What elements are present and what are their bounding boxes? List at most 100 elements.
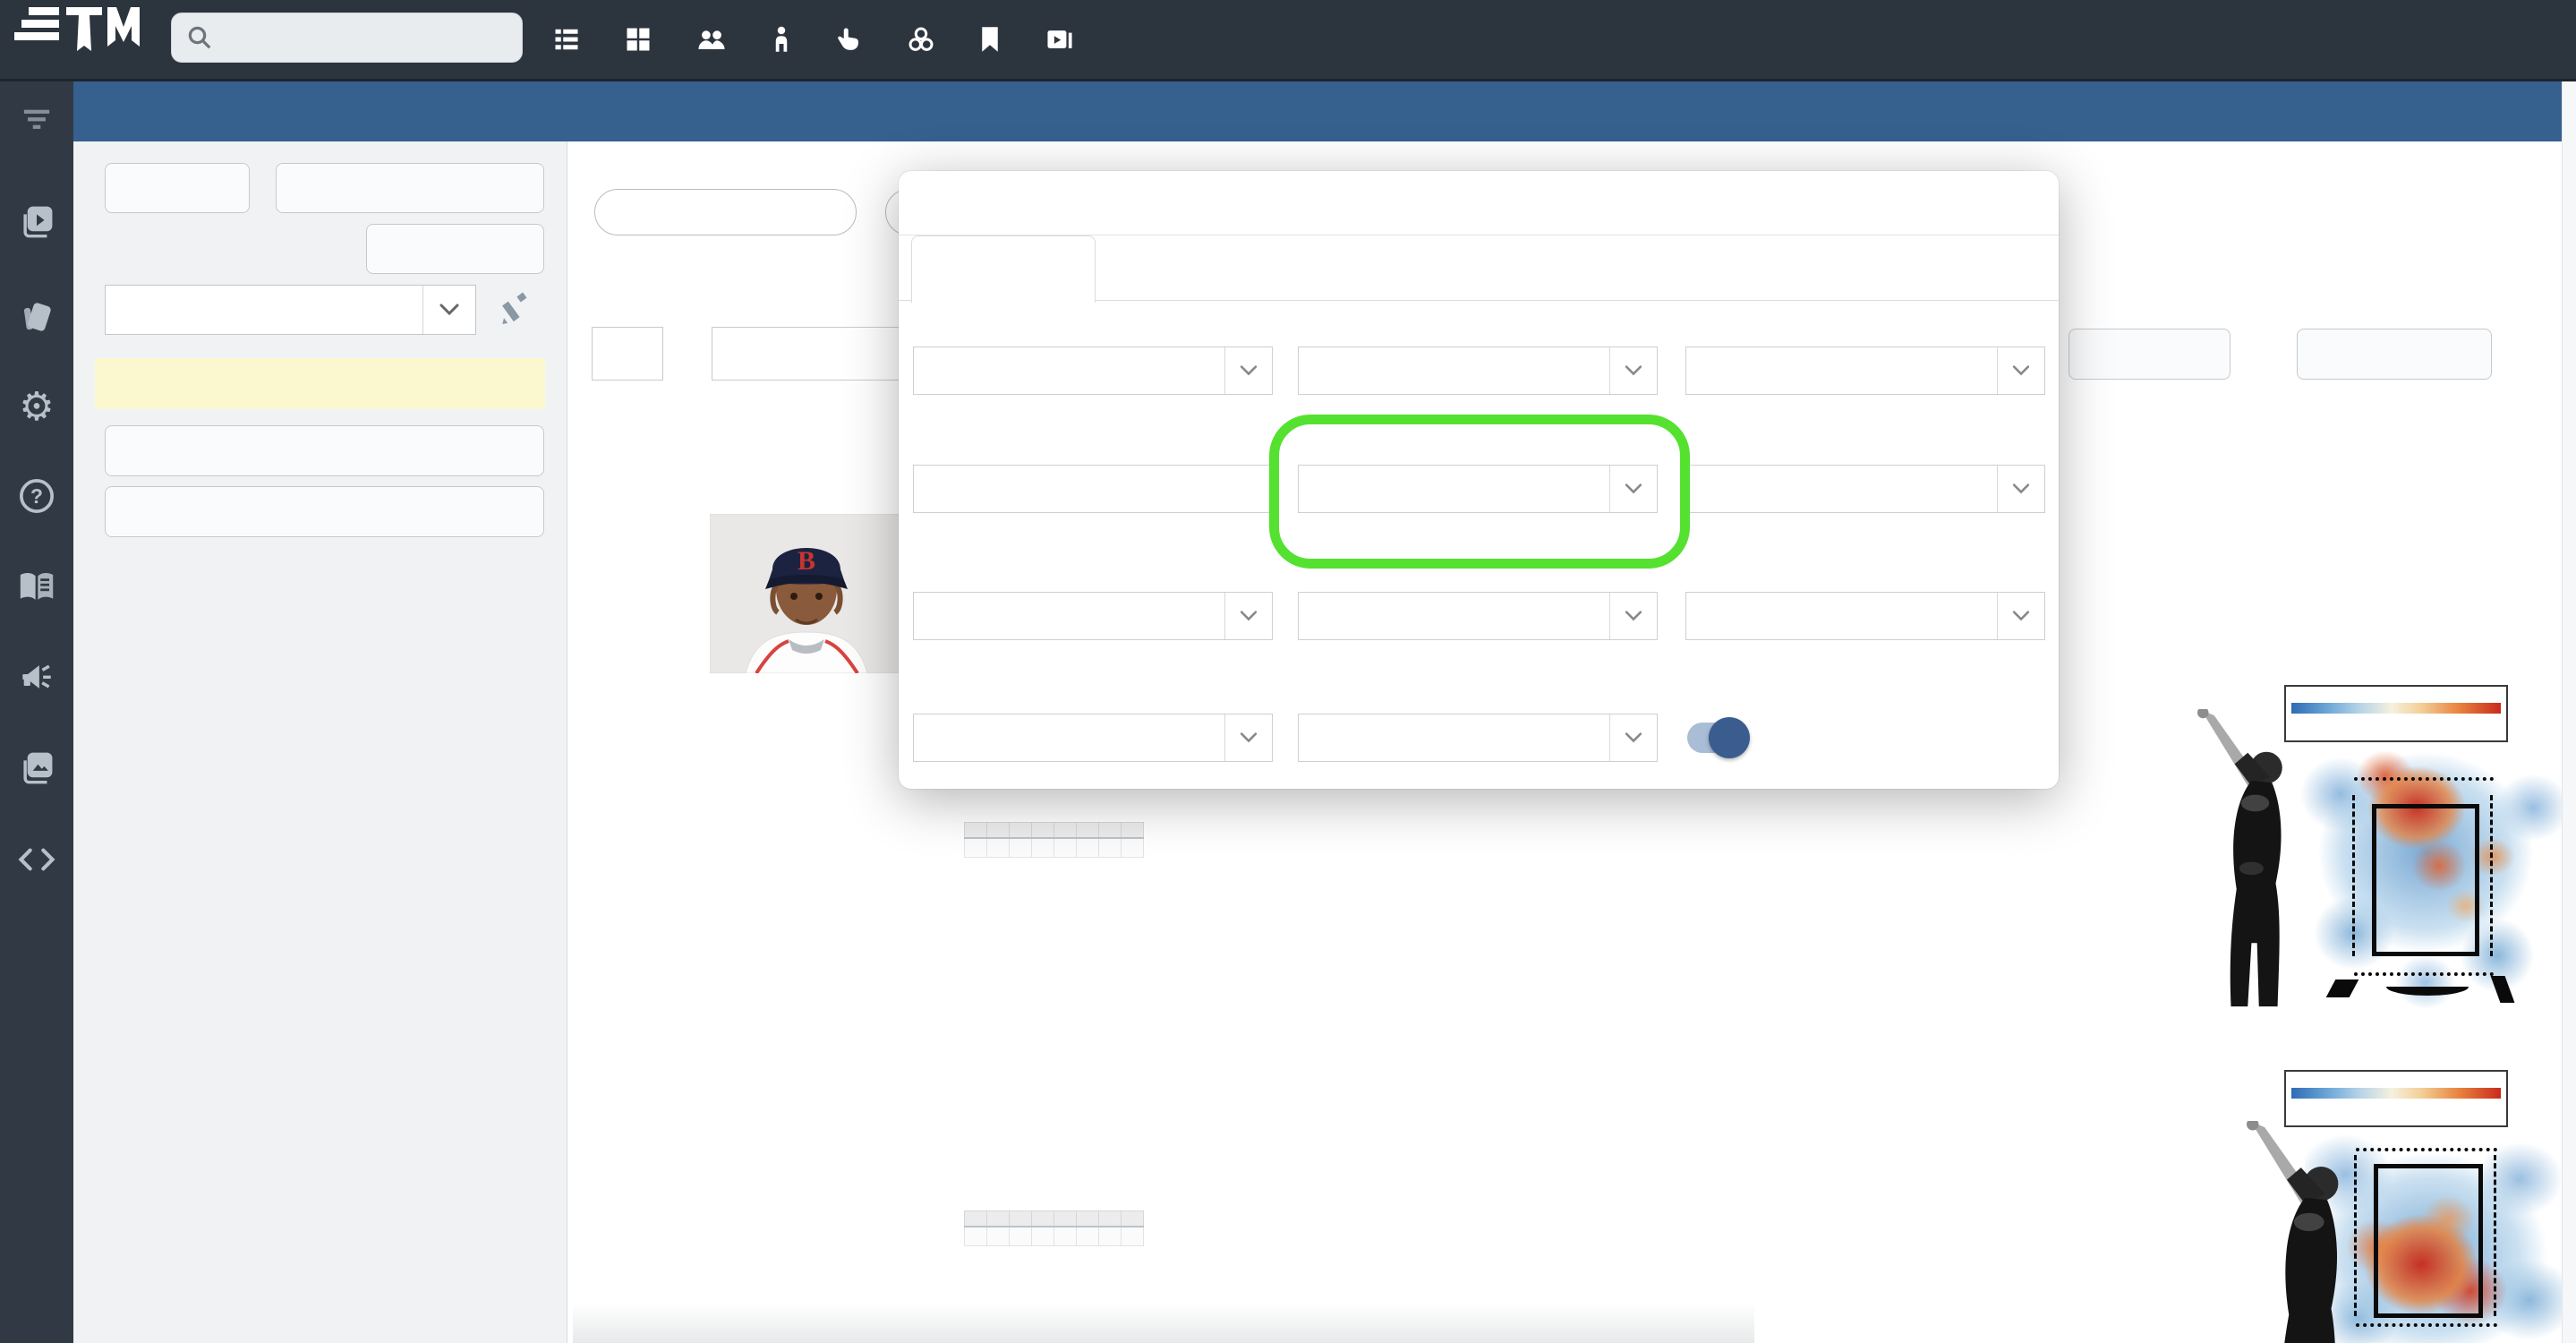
league-balls-icon bbox=[908, 27, 934, 51]
scrollbar-track[interactable] bbox=[2562, 79, 2576, 1343]
toggle-thumb bbox=[1709, 717, 1750, 758]
col-vertapprangle bbox=[1076, 822, 1099, 839]
megaphone-icon[interactable] bbox=[17, 657, 56, 697]
add-new-page-from-template-button[interactable] bbox=[105, 486, 544, 537]
chevron-down-icon bbox=[1224, 347, 1272, 394]
nav-item-teams[interactable] bbox=[696, 26, 738, 53]
page-number-input[interactable] bbox=[592, 327, 663, 381]
chevron-down-icon bbox=[1609, 714, 1657, 761]
report-select[interactable] bbox=[105, 285, 476, 335]
help-icon[interactable]: ? bbox=[17, 476, 56, 516]
pitch-stats-table-4sfb bbox=[964, 822, 1144, 858]
player-handedness-color-s-select[interactable] bbox=[1298, 714, 1658, 762]
col-spin bbox=[1098, 1210, 1122, 1228]
zone-dash-left-1 bbox=[2352, 795, 2355, 956]
nav-item-standings[interactable] bbox=[553, 26, 591, 53]
col-indvertbrk bbox=[1031, 1210, 1054, 1228]
app-root: ⚙ ? B bbox=[0, 0, 2576, 1343]
nav-item-players[interactable] bbox=[772, 26, 802, 53]
zone-dots-bottom-2 bbox=[2356, 1323, 2497, 1327]
chevron-down-icon bbox=[1224, 593, 1272, 639]
search-icon bbox=[188, 26, 211, 49]
left-icon-rail: ⚙ ? bbox=[0, 79, 73, 1343]
zone-dots-top-1 bbox=[2354, 777, 2494, 781]
playlists-media-icon bbox=[1047, 30, 1072, 48]
edit-pencil-icon[interactable] bbox=[499, 292, 535, 332]
player-handedness-color-r-select[interactable] bbox=[913, 714, 1273, 762]
code-icon[interactable] bbox=[17, 840, 56, 879]
zone-dots-top-2 bbox=[2356, 1148, 2497, 1151]
copy-report-button[interactable] bbox=[366, 224, 544, 274]
col-velmax bbox=[986, 1210, 1010, 1228]
tab-grid-sizing[interactable] bbox=[1119, 235, 1280, 301]
frequency-gradient-bar bbox=[2291, 1088, 2501, 1099]
nav-item-scores[interactable] bbox=[625, 26, 662, 53]
col-horzbrk bbox=[1053, 822, 1077, 839]
strike-zone-1 bbox=[2372, 804, 2479, 956]
gear-icon[interactable]: ⚙ bbox=[17, 385, 56, 429]
pitch-stats-table-2sfb bbox=[964, 1210, 1144, 1246]
svg-text:?: ? bbox=[30, 484, 43, 508]
new-report-button[interactable] bbox=[105, 163, 250, 213]
new-from-template-button[interactable] bbox=[276, 163, 544, 213]
player-person-icon bbox=[775, 26, 788, 52]
title-text-color-select[interactable] bbox=[1298, 465, 1658, 513]
search-input[interactable] bbox=[171, 13, 523, 63]
player-description-font-size-select[interactable] bbox=[1685, 346, 2045, 395]
scores-grid-icon bbox=[627, 28, 650, 51]
frequency-gradient-bar bbox=[2291, 703, 2501, 714]
umpire-hand-icon bbox=[838, 28, 858, 50]
print-filters-toggle[interactable] bbox=[1687, 717, 1750, 758]
nav-item-playlists[interactable] bbox=[1045, 26, 1085, 53]
col-tilt bbox=[1121, 1210, 1144, 1228]
save-template-button[interactable] bbox=[2068, 329, 2231, 380]
page-title-input[interactable] bbox=[913, 465, 1273, 513]
trumedia-logo-icon bbox=[14, 7, 140, 51]
video-playlist-icon[interactable] bbox=[17, 202, 56, 242]
zone-dash-right-2 bbox=[2494, 1155, 2496, 1316]
teams-people-icon bbox=[698, 30, 725, 49]
chevron-down-icon bbox=[1997, 593, 2044, 639]
settings-modal bbox=[899, 171, 2059, 789]
chevron-down-icon bbox=[1224, 714, 1272, 761]
pitch-frequency-legend-1 bbox=[2284, 685, 2508, 742]
title-horizontal-alignment-select[interactable] bbox=[1298, 592, 1658, 640]
zone-dash-left-2 bbox=[2354, 1155, 2357, 1316]
filter-chip-game-type[interactable] bbox=[594, 189, 857, 235]
col-velmax bbox=[986, 822, 1010, 839]
chevron-down-icon bbox=[422, 286, 475, 334]
top-nav bbox=[0, 0, 2576, 81]
nav-item-umpires[interactable] bbox=[836, 26, 874, 53]
page-list-row-1[interactable] bbox=[95, 358, 545, 409]
report-header-bar bbox=[73, 79, 2576, 141]
player-description-alignment-select[interactable] bbox=[1298, 346, 1658, 395]
list-templates-button[interactable] bbox=[2297, 329, 2492, 380]
swatches-icon[interactable] bbox=[17, 297, 56, 337]
filter-icon[interactable] bbox=[17, 100, 56, 140]
col-indvertbrk bbox=[1031, 822, 1054, 839]
player-description-format-select[interactable] bbox=[913, 346, 1273, 395]
tab-page-settings[interactable] bbox=[911, 235, 1096, 303]
table-row bbox=[964, 1226, 1144, 1246]
col-vel bbox=[1009, 822, 1032, 839]
batter-silhouette-icon bbox=[2197, 706, 2309, 1014]
standings-list-icon bbox=[555, 29, 578, 50]
nav-item-shortcuts[interactable] bbox=[979, 26, 1011, 53]
title-background-color-select[interactable] bbox=[1685, 465, 2045, 513]
col-vel bbox=[1009, 1210, 1032, 1228]
chevron-down-icon bbox=[1609, 347, 1657, 394]
player-handedness-color-l-select[interactable] bbox=[1685, 592, 2045, 640]
trumedia-logo[interactable] bbox=[9, 4, 152, 77]
table-row bbox=[964, 837, 1144, 858]
zone-dash-right-1 bbox=[2490, 795, 2493, 956]
pitch-frequency-legend-2 bbox=[2284, 1070, 2508, 1127]
bookmark-icon bbox=[982, 27, 998, 52]
book-icon[interactable] bbox=[17, 568, 56, 607]
gallery-icon[interactable] bbox=[17, 748, 56, 788]
nav-item-league[interactable] bbox=[908, 26, 945, 53]
title-font-size-select[interactable] bbox=[913, 592, 1273, 640]
nav-items bbox=[553, 0, 1085, 79]
add-new-page-button[interactable] bbox=[105, 425, 544, 476]
player-headshot: B bbox=[709, 513, 905, 678]
col-velmin bbox=[964, 822, 987, 839]
